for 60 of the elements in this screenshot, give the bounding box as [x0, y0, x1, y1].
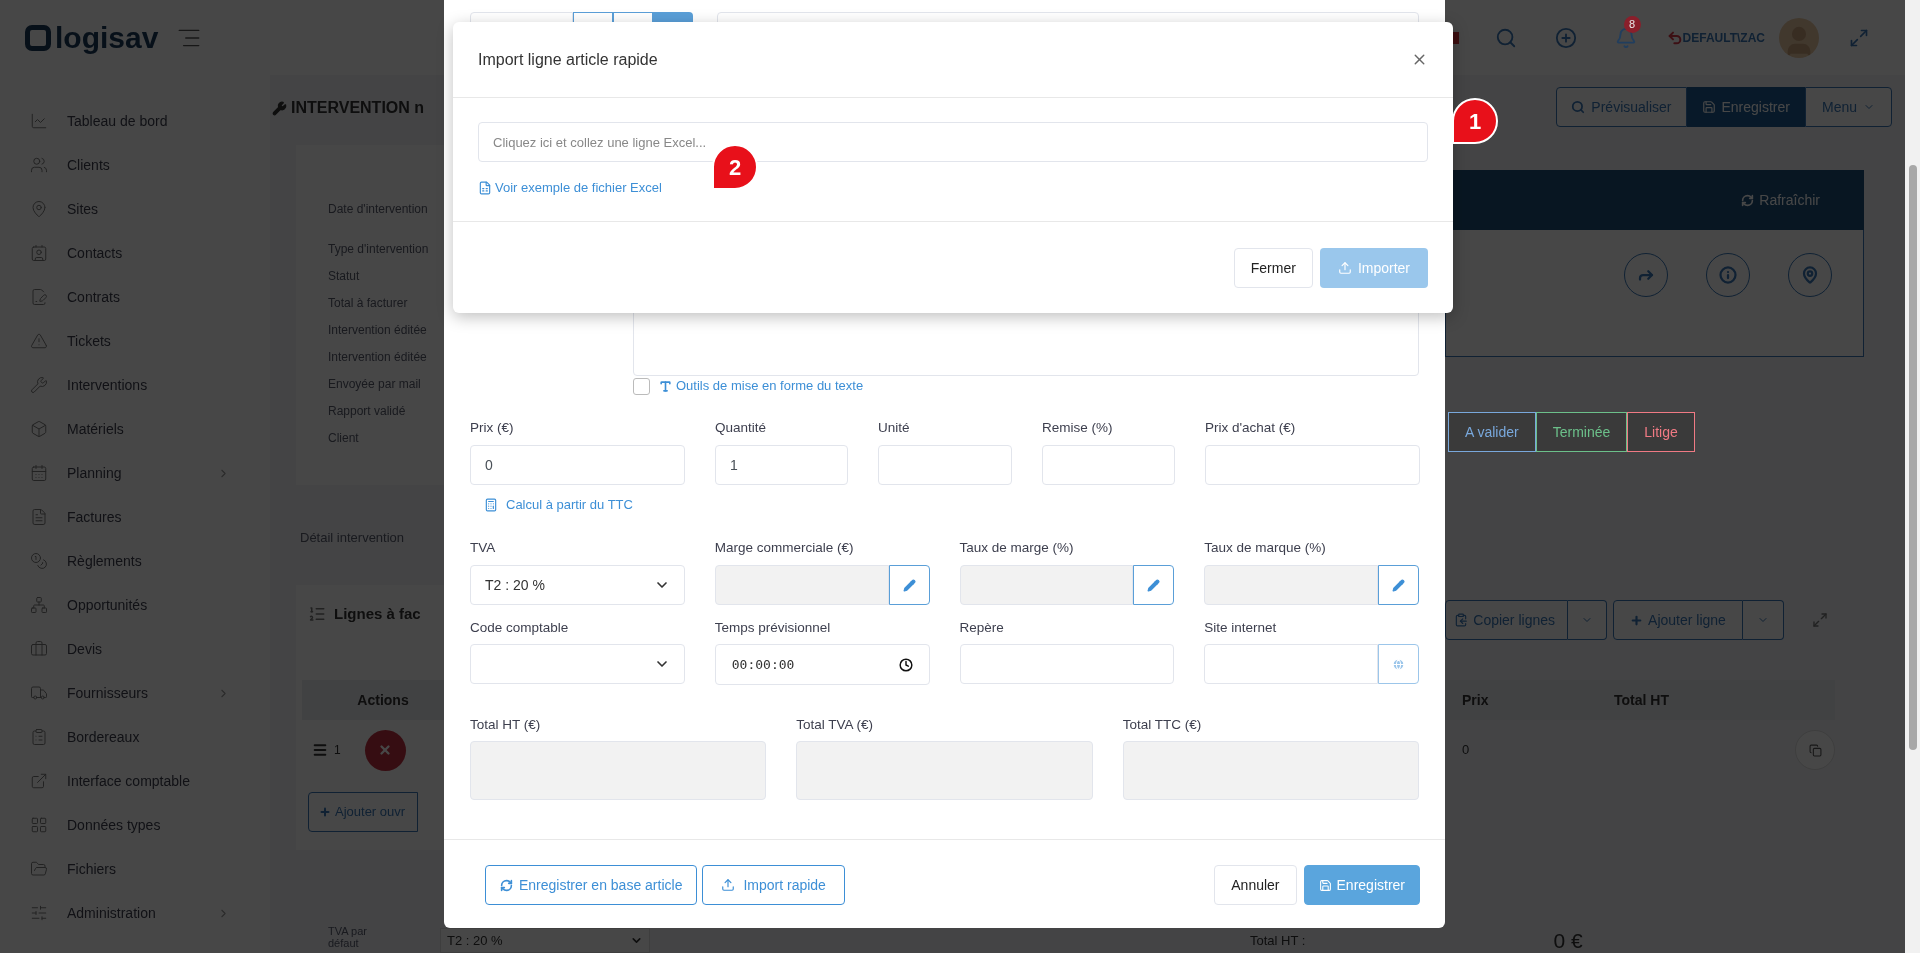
time-field[interactable]: 00:00:00 [714, 644, 930, 685]
globe-button[interactable] [1378, 644, 1419, 684]
field-label: Total TTC (€) [1122, 716, 1203, 734]
text-field[interactable] [1204, 644, 1378, 684]
save-article-button[interactable]: Enregistrer en base article [485, 865, 698, 905]
row-number: 1 [334, 742, 341, 759]
checkbox[interactable] [633, 377, 650, 395]
edit-button[interactable] [1378, 565, 1419, 605]
text-field[interactable] [1042, 445, 1175, 485]
modal-title: Import ligne article rapide [478, 49, 658, 70]
status-button[interactable]: A valider [1448, 412, 1536, 452]
logo[interactable]: logisav [55, 22, 159, 53]
spreadsheet-file-icon [478, 180, 492, 195]
status-button[interactable]: Terminée [1535, 412, 1628, 452]
section-title: Lignes à fac [334, 603, 421, 624]
refresh-icon [500, 878, 513, 892]
text-format-link[interactable]: Outils de mise en forme du texte [659, 376, 864, 396]
upload-icon [1337, 261, 1352, 275]
text-field[interactable] [959, 644, 1175, 684]
calculator-icon [484, 498, 498, 512]
example-file-link[interactable]: Voir exemple de fichier Excel [478, 178, 662, 198]
pencil-icon [1392, 578, 1405, 592]
field-label: Total TVA (€) [796, 716, 875, 734]
field-label: Unité [878, 419, 911, 437]
globe-icon [1392, 657, 1405, 671]
field-label: Repère [959, 619, 1005, 637]
upload-icon [721, 878, 736, 892]
select-field[interactable] [470, 644, 685, 684]
field-label: Prix d'achat (€) [1205, 419, 1297, 437]
field-label: Quantité [715, 419, 768, 437]
text-field[interactable]: 1 [715, 445, 848, 485]
quick-import-button[interactable]: Import rapide [702, 865, 845, 905]
text-field[interactable] [1205, 445, 1420, 485]
close-button[interactable]: Fermer [1233, 248, 1313, 288]
status-button[interactable]: Litige [1627, 412, 1695, 452]
field-label: Code comptable [470, 619, 570, 637]
select-field[interactable]: T2 : 20 % [470, 565, 685, 605]
edit-button[interactable] [1133, 565, 1175, 605]
save-icon [1318, 878, 1332, 892]
cancel-button[interactable]: Annuler [1214, 865, 1297, 905]
edit-button[interactable] [888, 565, 930, 605]
pencil-icon [1147, 578, 1161, 592]
bell-icon[interactable] [1614, 26, 1637, 49]
field-label: Prix (€) [470, 419, 515, 437]
text-field[interactable] [878, 445, 1012, 485]
field-label: Site internet [1204, 619, 1278, 637]
save-button[interactable]: Enregistrer [1303, 865, 1420, 905]
field-label: Remise (%) [1042, 419, 1114, 437]
clock-icon [898, 657, 913, 672]
scrollbar[interactable] [1905, 0, 1920, 953]
text-field[interactable]: 0 [470, 445, 685, 485]
pencil-icon [902, 578, 916, 592]
field-label: Taux de marge (%) [959, 539, 1075, 557]
letter-icon [659, 379, 672, 393]
field-label: Marge commerciale (€) [714, 539, 855, 557]
calculate-link[interactable]: Calcul à partir du TTC [484, 497, 633, 513]
field-label: TVA [470, 539, 497, 557]
field-label: Taux de marque (%) [1204, 539, 1327, 557]
field-label: Total HT (€) [470, 716, 542, 734]
field-label: Temps prévisionnel [714, 619, 832, 637]
